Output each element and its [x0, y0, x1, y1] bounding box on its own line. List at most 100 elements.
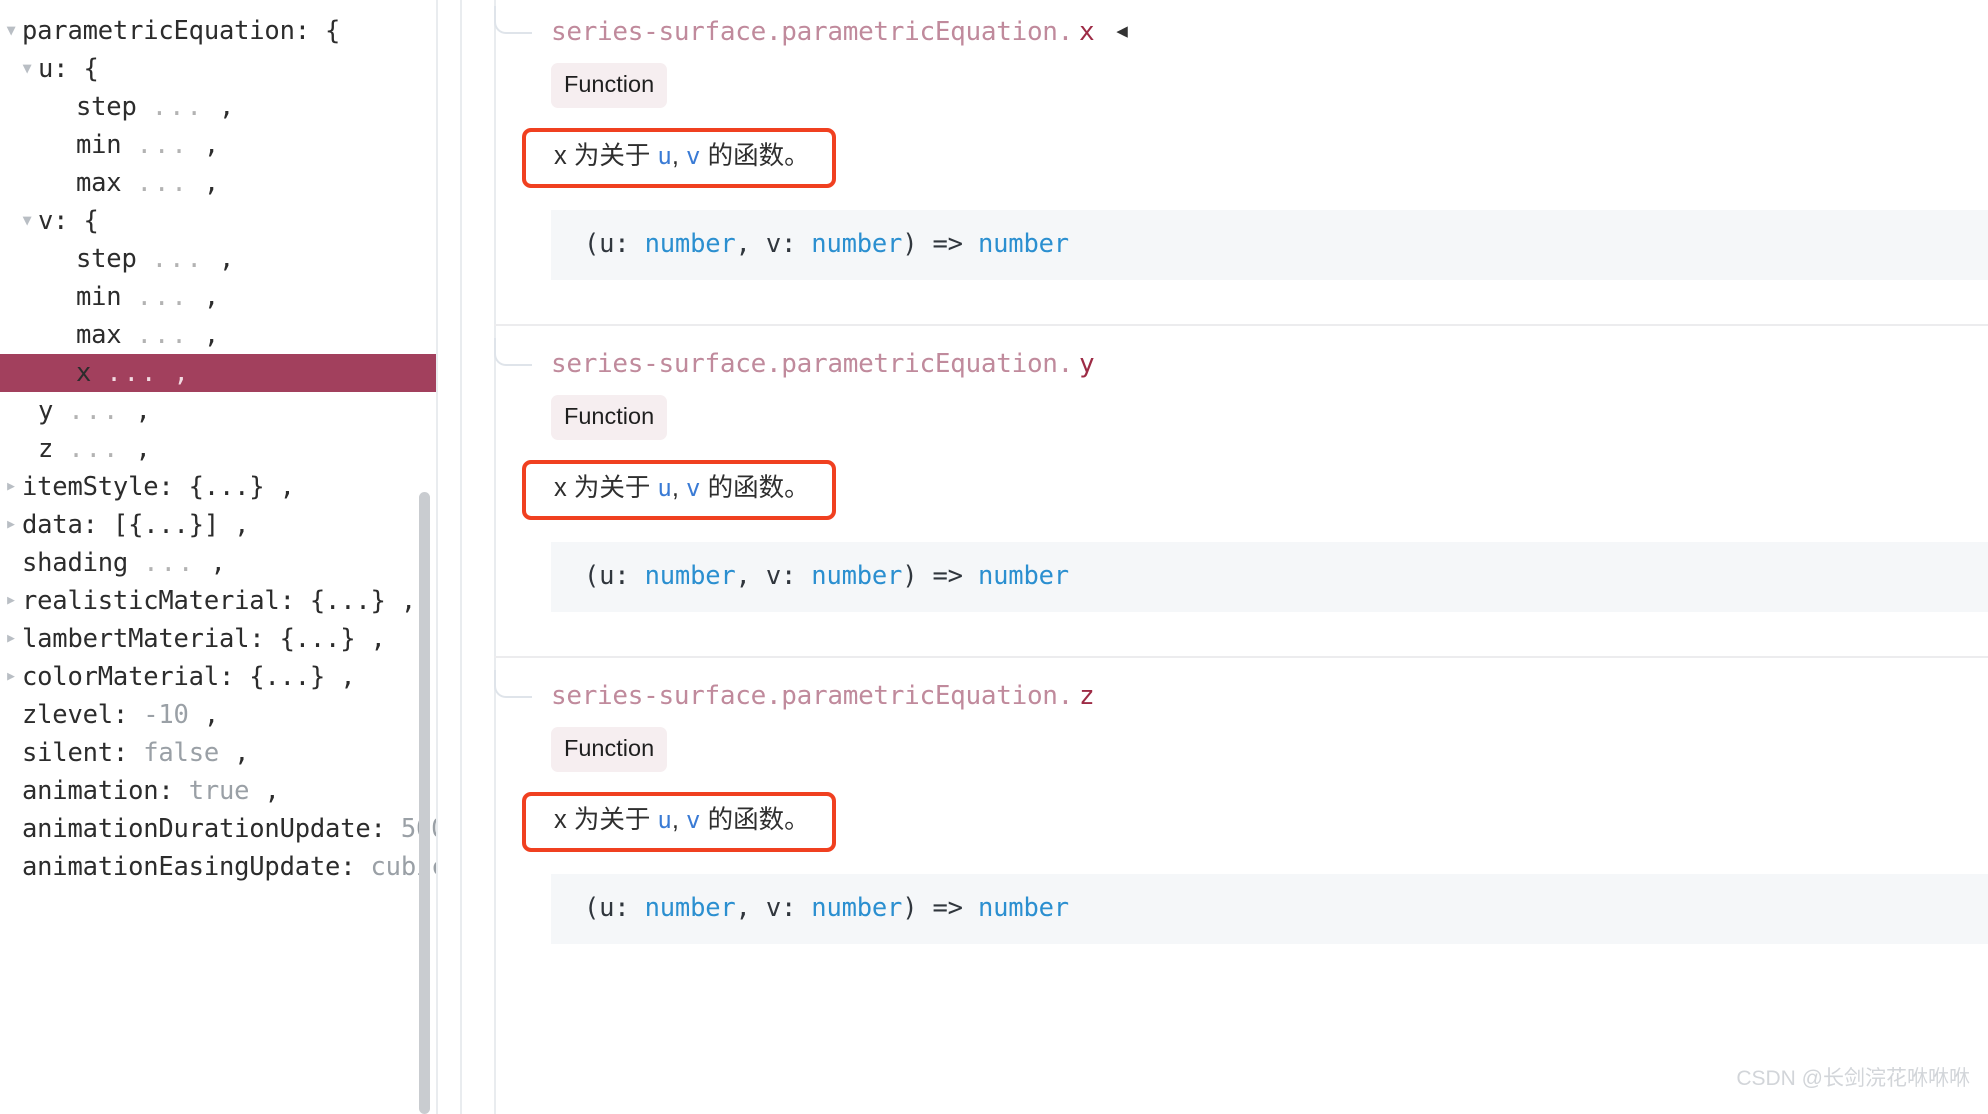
- tree-row-content: step ... ,: [0, 244, 234, 274]
- documentation-viewer: parametricEquation: { u: { step ... , min .…: [0, 0, 1988, 1114]
- tree-row[interactable]: lambertMaterial: {...} ,: [0, 620, 438, 658]
- tree-row-content: min ... ,: [0, 282, 219, 312]
- tree-row[interactable]: itemStyle: {...} ,: [0, 468, 438, 506]
- option-tree-sidebar[interactable]: parametricEquation: { u: { step ... , min .…: [0, 0, 438, 1114]
- tree-row-punct: : {...}: [218, 662, 326, 692]
- tree-row[interactable]: colorMaterial: {...} ,: [0, 658, 438, 696]
- tree-row-comma: ,: [203, 282, 219, 312]
- tree-row-ellipsis: ...: [136, 130, 189, 160]
- option-tree[interactable]: parametricEquation: { u: { step ... , min .…: [0, 0, 438, 886]
- description-text: x 为关于 u, v 的函数。: [554, 805, 810, 837]
- caret-down-icon[interactable]: [0, 11, 22, 49]
- section-separator: [494, 323, 1988, 326]
- section-leaf-name: y: [1079, 348, 1095, 379]
- tree-row-ellipsis: ...: [68, 434, 121, 464]
- tree-row[interactable]: max ... ,: [0, 164, 438, 202]
- tree-row[interactable]: u: {: [0, 50, 438, 88]
- sidebar-scrollbar-track[interactable]: [419, 0, 434, 1114]
- tree-row[interactable]: z ... ,: [0, 430, 438, 468]
- tree-row-content: y ... ,: [0, 396, 151, 426]
- tree-row[interactable]: data: [{...}] ,: [0, 506, 438, 544]
- signature-type-u: number: [644, 892, 736, 923]
- sidebar-scrollbar-thumb[interactable]: [419, 492, 430, 1114]
- badge-row: Function: [494, 62, 1988, 109]
- tree-row[interactable]: realisticMaterial: {...} ,: [0, 582, 438, 620]
- tree-row-content: shading ... ,: [0, 548, 226, 578]
- tree-row-content: u: {: [0, 54, 99, 84]
- signature-open: (u:: [584, 228, 645, 259]
- caret-down-icon[interactable]: [16, 201, 38, 239]
- tree-elbow-connector: [494, 6, 532, 34]
- caret-right-icon[interactable]: [0, 504, 22, 544]
- tree-row-punct: : {...}: [249, 624, 356, 654]
- tree-row-ellipsis: ...: [106, 358, 159, 388]
- section-heading: series-surface.parametricEquation. z: [494, 682, 1988, 711]
- caret-right-icon[interactable]: [0, 580, 22, 620]
- tree-row[interactable]: v: {: [0, 202, 438, 240]
- tree-row-key: data: [22, 510, 83, 540]
- tree-row[interactable]: animationDurationUpdate: 500 ,: [0, 810, 438, 848]
- tree-row-comma: ,: [370, 624, 386, 654]
- caret-right-icon[interactable]: [0, 656, 22, 696]
- tree-row-key: x: [76, 358, 92, 388]
- tree-row-key: itemStyle: [22, 472, 159, 502]
- signature-open: (u:: [584, 560, 645, 591]
- section-leaf-name: z: [1079, 680, 1095, 711]
- tree-row-selected[interactable]: x ... ,: [0, 354, 438, 392]
- tree-row[interactable]: animation: true ,: [0, 772, 438, 810]
- tree-row-content: step ... ,: [0, 92, 234, 122]
- tree-row[interactable]: silent: false ,: [0, 734, 438, 772]
- tree-row-content: z ... ,: [0, 434, 151, 464]
- tree-row-punct: : {...}: [279, 586, 386, 616]
- tree-row-key: realisticMaterial: [22, 586, 280, 616]
- description-prefix: x 为关于: [554, 806, 658, 835]
- tree-row-value: false: [143, 738, 219, 768]
- description-wrapper: x 为关于 u, v 的函数。: [494, 460, 1988, 520]
- doc-content-panel: series-surface.parametricEquation. x ◀ Func…: [438, 0, 1988, 1114]
- tree-row[interactable]: y ... ,: [0, 392, 438, 430]
- signature-arrow: ) =>: [902, 228, 978, 259]
- tree-row-content: x ... ,: [0, 358, 189, 388]
- tree-row-content: animationDurationUpdate: 500 ,: [0, 814, 438, 844]
- tree-row-punct: : {: [53, 54, 99, 84]
- function-signature: (u: number, v: number) => number: [551, 541, 1988, 612]
- tree-row[interactable]: parametricEquation: {: [0, 12, 438, 50]
- tree-row-punct: : {: [53, 206, 99, 236]
- tree-row-content: data: [{...}] ,: [0, 510, 249, 540]
- tree-row-comma: ,: [203, 320, 219, 350]
- tree-row-ellipsis: ...: [136, 282, 189, 312]
- tree-row[interactable]: step ... ,: [0, 88, 438, 126]
- csdn-watermark: CSDN @长剑浣花咻咻咻: [1736, 1067, 1970, 1090]
- doc-section: series-surface.parametricEquation. z Funct…: [438, 655, 1988, 988]
- tree-row-key: z: [38, 434, 54, 464]
- description-suffix: 的函数。: [700, 142, 810, 171]
- tree-row-content: max ... ,: [0, 168, 219, 198]
- signature-type-u: number: [644, 560, 736, 591]
- highlighted-description-box: x 为关于 u, v 的函数。: [522, 128, 836, 188]
- caret-right-icon[interactable]: [0, 466, 22, 506]
- tree-row-punct: : [{...}]: [82, 510, 220, 540]
- signature-return-type: number: [977, 560, 1069, 591]
- tree-row-comma: ,: [218, 244, 235, 274]
- tree-row-comma: ,: [234, 510, 250, 540]
- tree-row[interactable]: min ... ,: [0, 126, 438, 164]
- tree-row-content: itemStyle: {...} ,: [0, 472, 295, 502]
- tree-row-punct: :: [370, 814, 386, 844]
- tree-row[interactable]: max ... ,: [0, 316, 438, 354]
- caret-down-icon[interactable]: [16, 49, 38, 87]
- collapse-left-triangle-icon[interactable]: ◀: [1116, 21, 1127, 42]
- doc-section: series-surface.parametricEquation. x ◀ Func…: [438, 0, 1988, 324]
- tree-row-key: animation: [22, 776, 159, 806]
- tree-row[interactable]: zlevel: -10 ,: [0, 696, 438, 734]
- tree-row-ellipsis: ...: [68, 396, 121, 426]
- tree-row-content: animation: true ,: [0, 776, 280, 806]
- tree-row-key: y: [38, 396, 54, 426]
- caret-right-icon[interactable]: [0, 618, 22, 658]
- tree-row[interactable]: shading ... ,: [0, 544, 438, 582]
- tree-row-comma: ,: [203, 130, 219, 160]
- tree-row[interactable]: animationEasingUpdate: cubicOut: [0, 848, 438, 886]
- tree-row[interactable]: step ... ,: [0, 240, 438, 278]
- signature-open: (u:: [584, 892, 645, 923]
- tree-row[interactable]: min ... ,: [0, 278, 438, 316]
